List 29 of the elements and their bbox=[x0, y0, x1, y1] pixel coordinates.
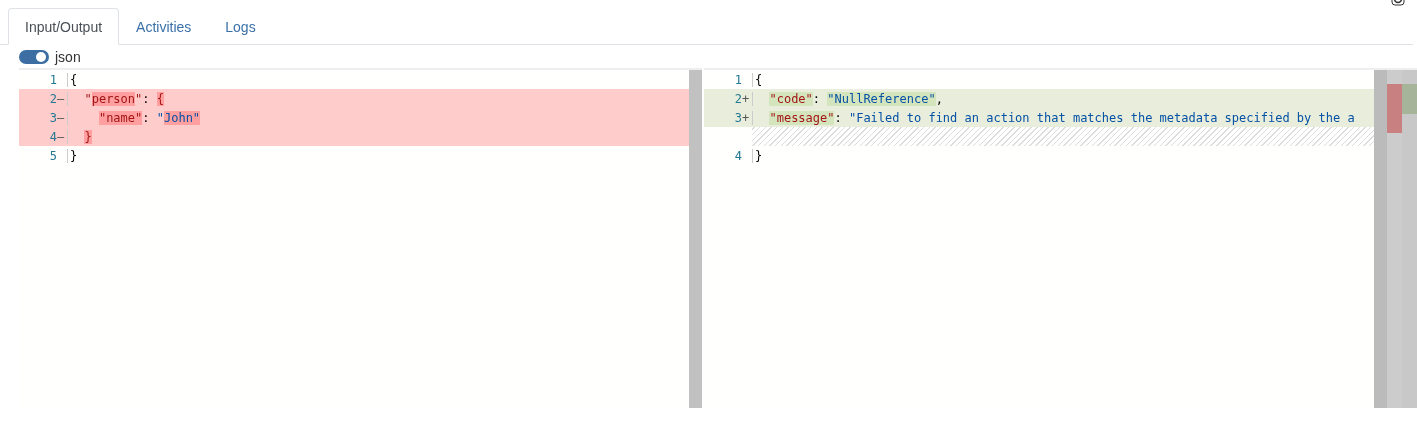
code-line: { bbox=[752, 72, 763, 87]
added-marker: + bbox=[742, 110, 751, 125]
code-line: } bbox=[67, 129, 92, 144]
removed-marker: — bbox=[57, 91, 66, 106]
tab[interactable]: Input/Output bbox=[8, 8, 120, 45]
added-marker: + bbox=[742, 91, 751, 106]
tab[interactable]: Activities bbox=[119, 8, 209, 45]
code-line: "name": "John" bbox=[67, 110, 201, 125]
scrollbar[interactable] bbox=[689, 70, 702, 408]
code-line: } bbox=[67, 148, 78, 163]
line-number: 4 bbox=[48, 129, 57, 144]
removed-marker: — bbox=[57, 129, 66, 144]
line-number: 3 bbox=[48, 110, 57, 125]
code-line: } bbox=[752, 148, 763, 163]
line-number: 1 bbox=[48, 72, 57, 87]
removed-marker: — bbox=[57, 110, 66, 125]
code-line: { bbox=[67, 72, 78, 87]
line-number: 3 bbox=[733, 110, 742, 125]
toggle-label: json bbox=[55, 49, 81, 65]
line-number: 4 bbox=[733, 148, 742, 163]
line-number: 2 bbox=[48, 91, 57, 106]
code-line: "code": "NullReference", bbox=[752, 91, 943, 106]
code-line: "person": { bbox=[67, 91, 164, 106]
line-number: 2 bbox=[733, 91, 742, 106]
toggle-switch[interactable] bbox=[19, 50, 49, 64]
code-line: "message": "Failed to find an action that matches the metadata specified by the a bbox=[752, 110, 1355, 125]
line-number: 1 bbox=[733, 72, 742, 87]
line-number: 5 bbox=[48, 148, 57, 163]
tab[interactable]: Logs bbox=[208, 8, 273, 45]
